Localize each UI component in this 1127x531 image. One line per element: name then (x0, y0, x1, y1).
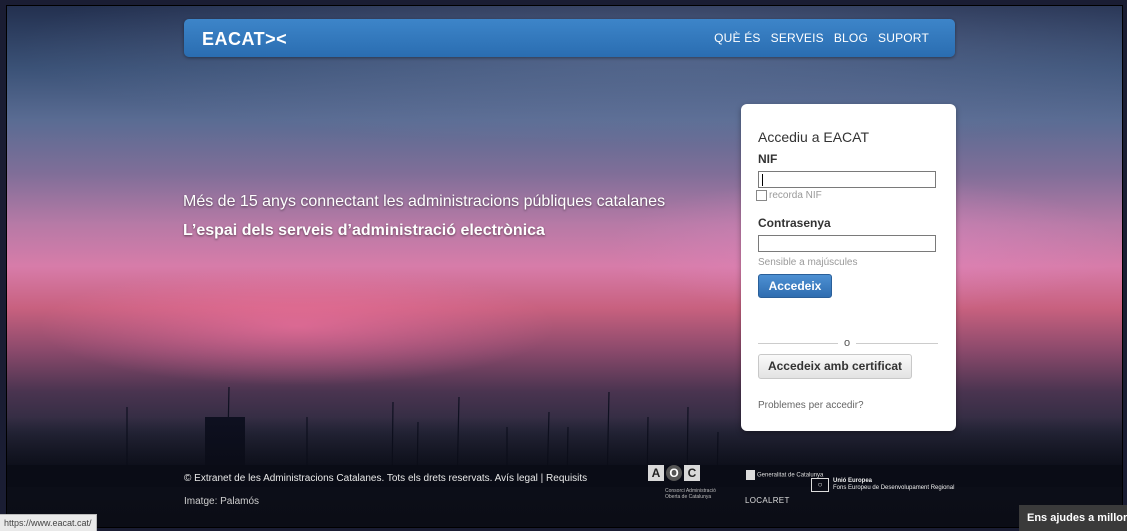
nav-link-suport[interactable]: SUPORT (878, 31, 929, 45)
status-bar-url: https://www.eacat.cat/ (0, 514, 97, 531)
copyright-text: © Extranet de les Administracions Catala… (184, 473, 493, 484)
eu-fund: Fons Europeu de Desenvolupament Regional (833, 485, 955, 491)
hero-subheadline: L’espai dels serveis d’administració ele… (183, 222, 545, 239)
remember-nif[interactable]: recorda NIF (756, 190, 822, 201)
legal-notice-link[interactable]: Avís legal (495, 473, 538, 484)
aoc-letter: C (684, 465, 700, 481)
password-field[interactable] (758, 235, 936, 252)
case-sensitive-hint: Sensible a majúscules (758, 257, 858, 268)
text-caret (762, 174, 763, 186)
nif-field[interactable] (758, 171, 936, 188)
login-button[interactable]: Accedeix (758, 274, 832, 298)
remember-nif-label: recorda NIF (769, 190, 822, 201)
gencat-icon (746, 470, 755, 480)
divider-line (856, 343, 938, 344)
harbor-silhouette (7, 417, 1122, 527)
login-card: Accediu a EACAT NIF recorda NIF Contrase… (741, 104, 956, 431)
image-credit: Imatge: Palamós (184, 496, 259, 507)
eu-title: Unió Europea (833, 478, 873, 484)
main-nav: QUÈ ÉS SERVEIS BLOG SUPORT (714, 31, 929, 45)
eu-logo[interactable]: ○ Unió Europea Fons Europeu de Desenvolu… (811, 478, 954, 492)
eu-flag-icon: ○ (811, 478, 829, 492)
requirements-link[interactable]: Requisits (546, 473, 587, 484)
nav-link-blog[interactable]: BLOG (834, 31, 868, 45)
aoc-logo[interactable]: A O C (648, 465, 700, 481)
certificate-login-button[interactable]: Accedeix amb certificat (758, 354, 912, 379)
remember-nif-checkbox[interactable] (756, 190, 767, 201)
image-credit-place: Palamós (220, 496, 260, 507)
nif-label: NIF (758, 152, 778, 166)
login-title: Accediu a EACAT (758, 129, 870, 145)
or-divider: o (758, 337, 938, 350)
footer-copyright: © Extranet de les Administracions Catala… (184, 473, 587, 484)
eacat-logo[interactable]: EACAT>< (202, 29, 287, 50)
image-credit-label: Imatge: (184, 496, 218, 507)
divider-line (758, 343, 838, 344)
aoc-letter: A (648, 465, 664, 481)
aoc-letter: O (666, 465, 682, 481)
top-navbar: EACAT>< QUÈ ÉS SERVEIS BLOG SUPORT (184, 19, 955, 57)
localret-logo[interactable]: LOCALRET (745, 496, 790, 505)
footer-separator: | (540, 473, 544, 484)
login-problems-link[interactable]: Problemes per accedir? (758, 400, 864, 411)
aoc-subtitle: Consorci Administració Oberta de Catalun… (665, 488, 716, 500)
hero-headline: Més de 15 anys connectant les administra… (183, 193, 666, 210)
nav-link-que-es[interactable]: QUÈ ÉS (714, 31, 761, 45)
nav-link-serveis[interactable]: SERVEIS (771, 31, 824, 45)
feedback-tab[interactable]: Ens ajudes a millorar (1019, 505, 1127, 531)
password-label: Contrasenya (758, 216, 831, 230)
divider-text: o (844, 337, 851, 349)
